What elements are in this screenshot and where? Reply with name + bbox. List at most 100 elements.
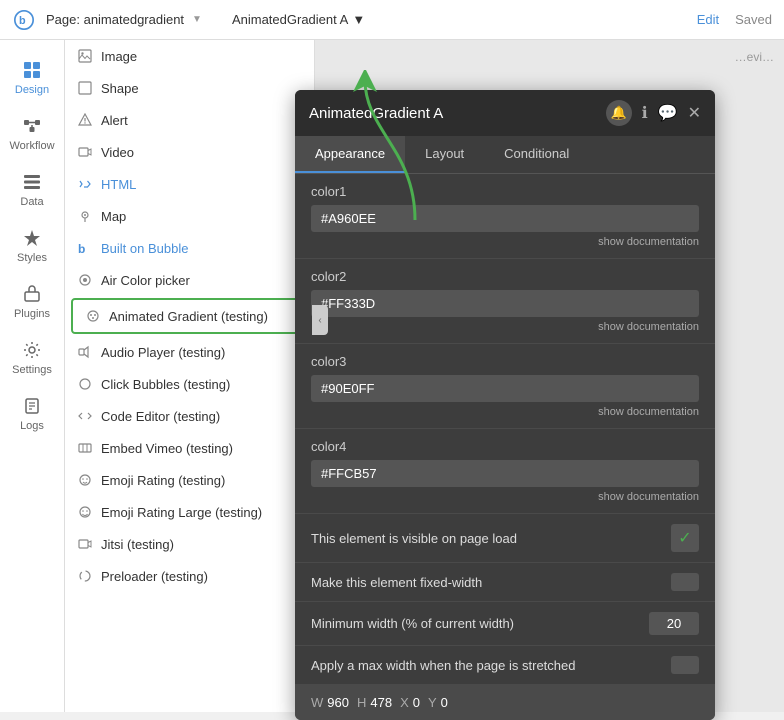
sidebar-item-styles[interactable]: Styles (0, 218, 64, 274)
plugin-item-preloader[interactable]: Preloader (testing) (65, 560, 314, 592)
plugin-item-emoji-large[interactable]: Emoji Rating Large (testing) (65, 496, 314, 528)
version-dropdown-arrow: ▼ (352, 12, 365, 27)
sidebar-item-plugins[interactable]: Plugins (0, 274, 64, 330)
visible-on-load-label: This element is visible on page load (311, 531, 671, 546)
video2-icon (77, 536, 93, 552)
color2-value[interactable]: #FF333D (311, 290, 699, 317)
design-label: Design (15, 84, 49, 96)
color1-doc-link[interactable]: show documentation (311, 236, 699, 248)
top-bar: b Page: animatedgradient ▼ AnimatedGradi… (0, 0, 784, 40)
sidebar-item-settings[interactable]: Settings (0, 330, 64, 386)
sidebar-item-data[interactable]: Data (0, 162, 64, 218)
plugin-item-alert[interactable]: Alert (65, 104, 314, 136)
plugin-item-video[interactable]: Video (65, 136, 314, 168)
plugin-label: Audio Player (testing) (101, 345, 225, 360)
plugin-label: Alert (101, 113, 128, 128)
top-bar-actions: Edit Saved (697, 12, 772, 27)
plugin-label: Emoji Rating (testing) (101, 473, 225, 488)
plugin-label: Image (101, 49, 137, 64)
fixed-width-toggle[interactable] (671, 573, 699, 591)
page-dropdown-arrow: ▼ (192, 14, 202, 25)
plugin-item-emoji[interactable]: Emoji Rating (testing) (65, 464, 314, 496)
plugin-label: Built on Bubble (101, 241, 188, 256)
data-label: Data (20, 196, 43, 208)
colorpicker-icon (77, 272, 93, 288)
plugin-item-html[interactable]: HTML (65, 168, 314, 200)
comment-icon[interactable]: 💬 (658, 103, 678, 123)
plugins-label: Plugins (14, 308, 50, 320)
version-selector[interactable]: AnimatedGradient A ▼ (232, 12, 365, 27)
plugin-item-audio[interactable]: Audio Player (testing) (65, 336, 314, 368)
sidebar-item-design[interactable]: Design (0, 50, 64, 106)
page-selector[interactable]: Page: animatedgradient ▼ (46, 12, 202, 27)
y-item: Y 0 (428, 695, 448, 710)
visible-on-load-toggle[interactable]: ✓ (671, 524, 699, 552)
toggle-visible-on-load[interactable]: This element is visible on page load ✓ (295, 514, 715, 563)
plugin-item-shape[interactable]: Shape (65, 72, 314, 104)
plugin-item-jitsi[interactable]: Jitsi (testing) (65, 528, 314, 560)
x-value[interactable]: 0 (413, 695, 420, 710)
video-icon (77, 144, 93, 160)
plugin-label: Shape (101, 81, 139, 96)
notification-icon[interactable]: 🔔 (606, 100, 632, 126)
plugin-item-code-editor[interactable]: Code Editor (testing) (65, 400, 314, 432)
color4-value[interactable]: #FFCB57 (311, 460, 699, 487)
plugin-label: Jitsi (testing) (101, 537, 174, 552)
max-width-toggle[interactable] (671, 656, 699, 674)
color4-doc-link[interactable]: show documentation (311, 491, 699, 503)
plugin-item-map[interactable]: Map (65, 200, 314, 232)
toggle-max-width[interactable]: Apply a max width when the page is stret… (295, 646, 715, 685)
plugin-item-bubbles[interactable]: Click Bubbles (testing) (65, 368, 314, 400)
sidebar-item-logs[interactable]: Logs (0, 386, 64, 442)
modal-panel: AnimatedGradient A 🔔 ℹ 💬 ✕ Appearance La… (295, 90, 715, 720)
preloader-icon (77, 568, 93, 584)
color1-label: color1 (311, 184, 699, 199)
plugin-item-colorpicker[interactable]: Air Color picker (65, 264, 314, 296)
palette-icon (85, 308, 101, 324)
color3-value[interactable]: #90E0FF (311, 375, 699, 402)
image-icon (77, 48, 93, 64)
y-value[interactable]: 0 (441, 695, 448, 710)
toggle-fixed-width[interactable]: Make this element fixed-width (295, 563, 715, 602)
svg-text:b: b (19, 15, 26, 27)
saved-status: Saved (735, 12, 772, 27)
color4-label: color4 (311, 439, 699, 454)
circle-icon (77, 376, 93, 392)
min-width-input[interactable] (649, 612, 699, 635)
tab-appearance[interactable]: Appearance (295, 136, 405, 173)
plugin-item-animated-gradient[interactable]: Animated Gradient (testing) (71, 298, 308, 334)
plugin-label: HTML (101, 177, 136, 192)
edit-button[interactable]: Edit (697, 12, 719, 27)
panel-collapse-arrow[interactable]: ‹ (312, 305, 328, 335)
shape-icon (77, 80, 93, 96)
plugin-label: Video (101, 145, 134, 160)
close-icon[interactable]: ✕ (688, 103, 701, 123)
height-item: H 478 (357, 695, 392, 710)
plugin-label: Embed Vimeo (testing) (101, 441, 233, 456)
plugin-label: Animated Gradient (testing) (109, 309, 268, 324)
field-color2: color2 #FF333D show documentation (295, 259, 715, 344)
sidebar-item-workflow[interactable]: Workflow (0, 106, 64, 162)
tab-conditional[interactable]: Conditional (484, 136, 589, 173)
modal-title: AnimatedGradient A (309, 105, 606, 122)
tab-layout[interactable]: Layout (405, 136, 484, 173)
plugin-item-bubble[interactable]: b Built on Bubble (65, 232, 314, 264)
modal-header-icons: 🔔 ℹ 💬 ✕ (606, 100, 701, 126)
w-value[interactable]: 960 (327, 695, 349, 710)
color2-doc-link[interactable]: show documentation (311, 321, 699, 333)
color3-label: color3 (311, 354, 699, 369)
logo: b (12, 8, 36, 32)
emoji-icon (77, 472, 93, 488)
plugin-label: Emoji Rating Large (testing) (101, 505, 262, 520)
plugin-item-vimeo[interactable]: Embed Vimeo (testing) (65, 432, 314, 464)
main-layout: Design Workflow Data Styles (0, 40, 784, 712)
plugin-item-image[interactable]: Image (65, 40, 314, 72)
h-value[interactable]: 478 (370, 695, 392, 710)
bubble-icon: b (77, 240, 93, 256)
plugin-label: Click Bubbles (testing) (101, 377, 230, 392)
html-icon (77, 176, 93, 192)
color1-value[interactable]: #A960EE (311, 205, 699, 232)
color3-doc-link[interactable]: show documentation (311, 406, 699, 418)
info-icon[interactable]: ℹ (642, 103, 648, 123)
settings-label: Settings (12, 364, 52, 376)
